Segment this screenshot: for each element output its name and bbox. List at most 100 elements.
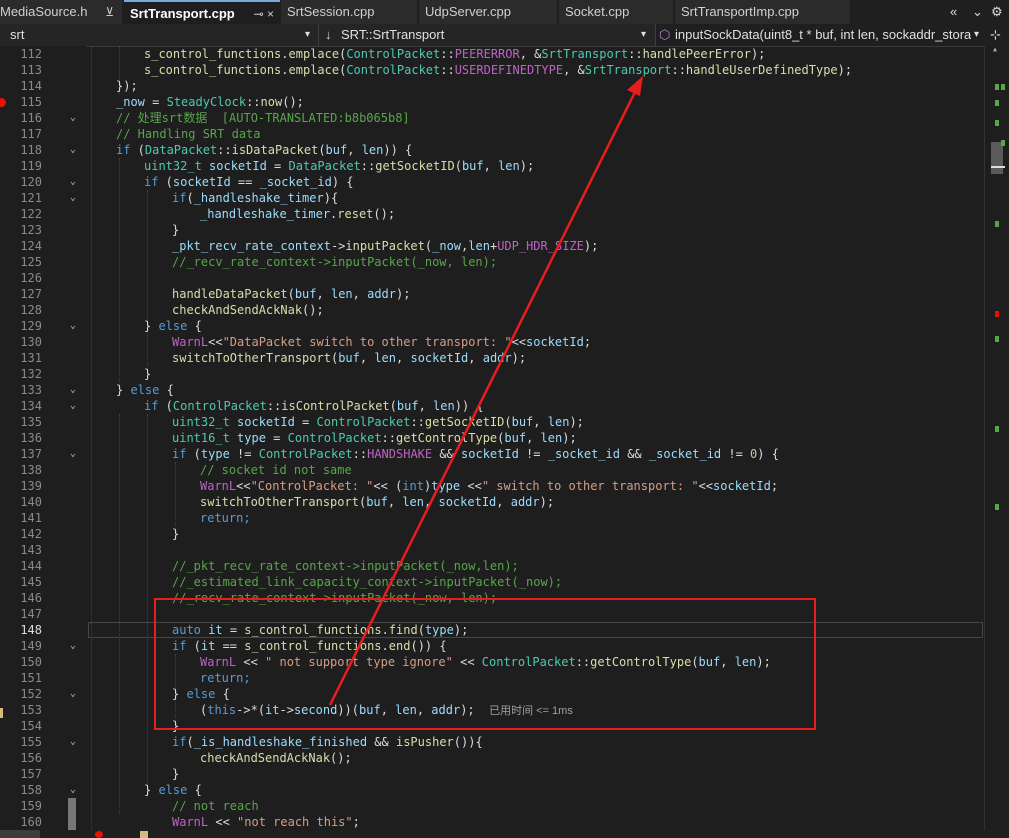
split-window-icon[interactable]: ⊹	[990, 24, 1001, 46]
line-number: 139	[20, 479, 42, 493]
line-number: 121	[20, 191, 42, 205]
fold-chevron-icon[interactable]: ⌄	[68, 782, 78, 798]
line-number: 126	[20, 271, 42, 285]
code-line: }	[172, 223, 180, 237]
change-marker	[995, 336, 999, 342]
tab-udpserver-cpp[interactable]: UdpServer.cpp	[419, 0, 557, 24]
fold-chevron-icon[interactable]: ⌄	[68, 734, 78, 750]
scope-dropdown[interactable]: ↓ SRT::SrtTransport ▾	[319, 24, 656, 46]
pin-icon[interactable]: ⊻	[105, 0, 114, 24]
change-marker	[1001, 140, 1005, 146]
line-number: 159	[20, 799, 42, 813]
code-line: if(_handleshake_timer){	[172, 191, 339, 205]
line-number: 113	[20, 63, 42, 77]
indent-guide	[119, 414, 120, 814]
line-number: 128	[20, 303, 42, 317]
line-number: 116	[20, 111, 42, 125]
scope-icon: ↓	[325, 27, 332, 42]
error-icon[interactable]	[95, 831, 103, 838]
line-number: 115	[20, 95, 42, 109]
fold-chevron-icon[interactable]: ⌄	[68, 686, 78, 702]
line-number: 149	[20, 639, 42, 653]
code-line: s_control_functions.emplace(ControlPacke…	[144, 47, 766, 61]
code-line: WarnL<<"ControlPacket: "<< (int)type <<"…	[200, 479, 779, 493]
fold-chevron-icon[interactable]: ⌄	[68, 190, 78, 206]
zoom-level[interactable]	[0, 830, 40, 838]
line-number: 114	[20, 79, 42, 93]
tab-label: Socket.cpp	[565, 4, 630, 19]
tab-label: SrtTransport.cpp	[130, 6, 235, 21]
fold-chevron-icon[interactable]: ⌄	[68, 446, 78, 462]
line-number: 140	[20, 495, 42, 509]
line-number: 112	[20, 47, 42, 61]
member-dropdown[interactable]: ⬡ inputSockData(uint8_t * buf, int len, …	[656, 24, 986, 46]
line-number: 131	[20, 351, 42, 365]
line-number-current: 148	[20, 623, 42, 637]
line-number: 117	[20, 127, 42, 141]
line-number: 158	[20, 783, 42, 797]
tab-srtsession-cpp[interactable]: SrtSession.cpp	[281, 0, 417, 24]
line-number: 147	[20, 607, 42, 621]
selection-margin-marker	[68, 798, 76, 830]
error-marker	[995, 311, 999, 317]
tab-mediasource-h[interactable]: MediaSource.h ⊻	[0, 0, 122, 24]
pin-close-icon[interactable]: ⊸ ×	[254, 2, 274, 26]
fold-chevron-icon[interactable]: ⌄	[68, 638, 78, 654]
fold-chevron-icon[interactable]: ⌄	[68, 382, 78, 398]
line-number: 124	[20, 239, 42, 253]
fold-chevron-icon[interactable]: ⌄	[68, 142, 78, 158]
annotation-highlight-box	[154, 598, 816, 730]
change-marker	[995, 504, 999, 510]
line-number: 120	[20, 175, 42, 189]
gear-icon[interactable]: ⚙	[991, 0, 1003, 24]
line-number: 136	[20, 431, 42, 445]
vertical-scrollbar[interactable]: ▴	[984, 44, 1009, 830]
fold-chevron-icon[interactable]: ⌄	[68, 398, 78, 414]
chevron-down-icon: ▾	[641, 29, 647, 40]
status-bar	[0, 830, 1009, 838]
line-number: 145	[20, 575, 42, 589]
tab-srttransport-cpp[interactable]: SrtTransport.cpp ⊸ ×	[124, 0, 280, 24]
caret-position-marker	[991, 166, 1005, 168]
project-dropdown[interactable]: srt ▾	[0, 24, 319, 46]
line-number: 132	[20, 367, 42, 381]
code-line: _handleshake_timer.reset();	[200, 207, 396, 221]
change-marker	[1001, 84, 1005, 90]
line-number: 127	[20, 287, 42, 301]
line-number: 141	[20, 511, 42, 525]
code-line: // 处理srt数据 [AUTO-TRANSLATED:b8b065b8]	[116, 111, 410, 125]
fold-chevron-icon[interactable]: ⌄	[68, 318, 78, 334]
line-number: 138	[20, 463, 42, 477]
code-line: checkAndSendAckNak();	[200, 751, 352, 765]
code-line: WarnL << "not reach this";	[172, 815, 360, 829]
tab-label: MediaSource.h	[0, 4, 88, 19]
tab-socket-cpp[interactable]: Socket.cpp	[559, 0, 673, 24]
code-line: //_estimated_link_capacity_context->inpu…	[172, 575, 563, 589]
line-number: 129	[20, 319, 42, 333]
tab-dropdown-icon[interactable]: ⌄	[972, 0, 983, 24]
code-line: }	[172, 767, 180, 781]
tab-label: SrtSession.cpp	[287, 4, 375, 19]
line-number: 151	[20, 671, 42, 685]
fold-chevron-icon[interactable]: ⌄	[68, 110, 78, 126]
code-line: uint16_t type = ControlPacket::getContro…	[172, 431, 577, 445]
scroll-up-icon[interactable]: ▴	[992, 44, 998, 55]
line-number: 125	[20, 255, 42, 269]
tab-overflow-icon[interactable]: «	[950, 0, 957, 24]
code-line: switchToOtherTransport(buf, len, socketI…	[200, 495, 555, 509]
line-number: 156	[20, 751, 42, 765]
method-icon: ⬡	[659, 27, 671, 42]
line-number: 143	[20, 543, 42, 557]
code-line: if (DataPacket::isDataPacket(buf, len)) …	[116, 143, 413, 157]
tab-srttransportimp-cpp[interactable]: SrtTransportImp.cpp	[675, 0, 850, 24]
code-line: //_pkt_recv_rate_context->inputPacket(_n…	[172, 559, 519, 573]
line-number: 152	[20, 687, 42, 701]
scrollbar-thumb[interactable]	[991, 142, 1003, 174]
line-number: 142	[20, 527, 42, 541]
code-line: if (type != ControlPacket::HANDSHAKE && …	[172, 447, 779, 461]
change-marker	[995, 120, 999, 126]
code-line: s_control_functions.emplace(ControlPacke…	[144, 63, 853, 77]
fold-chevron-icon[interactable]: ⌄	[68, 174, 78, 190]
warning-icon[interactable]	[140, 831, 148, 838]
line-number-gutter: 112 113 114 115 116 117 118 119 120 121 …	[0, 46, 86, 830]
